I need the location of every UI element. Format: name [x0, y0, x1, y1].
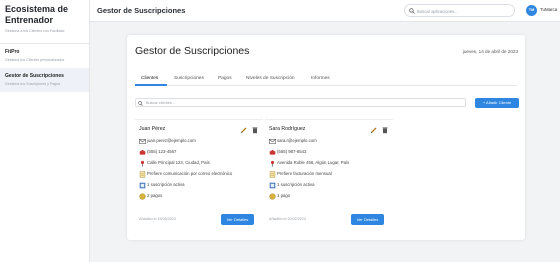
client-address-row: Avenida Roble 456, Algún Lugar, País	[269, 159, 393, 168]
clients-search-input[interactable]	[146, 99, 446, 106]
client-subscriptions: 1 suscripción activa	[147, 182, 185, 187]
active-tab-indicator	[135, 84, 167, 86]
search-icon	[138, 101, 143, 106]
client-address: Calle Principal 123, Ciudad, País	[147, 160, 210, 165]
client-preference: Prefiere facturación mensual	[277, 171, 332, 176]
coin-icon	[269, 193, 276, 200]
top-bar-title: Gestor de Suscripciones	[97, 6, 186, 15]
client-phone-row: (555) 987-6543	[269, 148, 393, 157]
note-icon	[269, 171, 276, 178]
brand-subtitle: Gestiona a tus Clientes con Facilidad	[5, 29, 65, 33]
app-search[interactable]	[404, 4, 515, 17]
view-details-button[interactable]: Ver Detalles	[351, 214, 384, 225]
tab-informes[interactable]: Informes	[311, 76, 330, 81]
tab-suscripciones[interactable]: Suscripciones	[174, 76, 204, 81]
client-payments-row: 2 pagos	[139, 192, 263, 201]
client-payments: 2 pagos	[147, 193, 163, 198]
note-icon	[139, 171, 146, 178]
client-payments: 1 pago	[277, 193, 291, 198]
client-subscriptions-row: 1 suscripción activa	[139, 181, 263, 190]
client-name: Juan Pérez	[139, 126, 166, 132]
location-pin-icon	[270, 160, 275, 167]
sidebar: Ecosistema de Entrenador Gestiona a tus …	[0, 0, 90, 262]
subscription-icon	[139, 182, 146, 189]
view-details-button[interactable]: Ver Detalles	[221, 214, 254, 225]
clients-search[interactable]	[135, 98, 466, 107]
edit-pencil-icon[interactable]	[370, 126, 378, 134]
user-name[interactable]: TuMarca	[540, 7, 557, 12]
client-email: sara.r@ejemplo.com	[277, 138, 317, 143]
client-address-row: Calle Principal 123, Ciudad, País	[139, 159, 263, 168]
client-phone: (555) 987-6543	[277, 149, 307, 154]
app-search-input[interactable]	[417, 6, 511, 16]
search-icon	[409, 8, 415, 14]
tab-clientes[interactable]: Clientes	[141, 76, 158, 81]
sidebar-item-gestor-suscripciones[interactable]: Gestor de Suscripciones Gestiona tus Sus…	[0, 68, 89, 92]
top-bar: Gestor de Suscripciones TM TuMarca	[90, 0, 560, 22]
phone-icon	[269, 150, 276, 155]
client-email: juan.perez@ejemplo.com	[147, 138, 196, 143]
client-email-row: sara.r@ejemplo.com	[269, 137, 393, 146]
client-added-date: Añadido el 15/05/2023	[139, 217, 176, 221]
envelope-icon	[139, 139, 146, 144]
location-pin-icon	[140, 160, 145, 167]
client-preference-row: Prefiere comunicación por correo electró…	[139, 170, 263, 179]
client-email-row: juan.perez@ejemplo.com	[139, 137, 263, 146]
client-subscriptions: 1 suscripción activa	[277, 182, 315, 187]
current-date: jueves, 14 de abril de 2023	[462, 49, 518, 54]
brand-title: Ecosistema de Entrenador	[5, 4, 69, 25]
client-address: Avenida Roble 456, Algún Lugar, País	[277, 160, 350, 165]
client-added-date: Añadido el 20/02/2023	[269, 217, 306, 221]
sidebar-item-fitpro[interactable]: FitPro Gestiona tus Clientes personaliza…	[0, 44, 89, 68]
add-client-button[interactable]: + Añadir Cliente	[475, 98, 519, 108]
client-name: Sara Rodríguez	[269, 126, 306, 132]
client-subscriptions-row: 1 suscripción activa	[269, 181, 393, 190]
edit-pencil-icon[interactable]	[240, 126, 248, 134]
brand: Ecosistema de Entrenador Gestiona a tus …	[0, 0, 89, 44]
page-title: Gestor de Suscripciones	[135, 45, 250, 57]
client-phone-row: (555) 123-4567	[139, 148, 263, 157]
phone-icon	[139, 150, 146, 155]
sidebar-item-title: FitPro	[5, 49, 20, 55]
client-preference-row: Prefiere facturación mensual	[269, 170, 393, 179]
client-preference: Prefiere comunicación por correo electró…	[147, 171, 233, 176]
client-payments-row: 1 pago	[269, 192, 393, 201]
envelope-icon	[269, 139, 276, 144]
delete-trash-icon[interactable]	[251, 126, 259, 134]
tab-niveles-suscripcion[interactable]: Niveles de Suscripción	[246, 76, 295, 81]
client-card: Sara Rodríguez sara.r@ejemplo.com (555) …	[265, 119, 393, 227]
tab-pagos[interactable]: Pagos	[218, 76, 232, 81]
sidebar-item-title: Gestor de Suscripciones	[5, 73, 64, 79]
client-phone: (555) 123-4567	[147, 149, 177, 154]
subscriptions-panel: Gestor de Suscripciones jueves, 14 de ab…	[127, 35, 525, 240]
tab-bar: Clientes Suscripciones Pagos Niveles de …	[135, 73, 517, 86]
sidebar-item-subtitle: Gestiona tus Clientes personalizados	[5, 58, 65, 62]
sidebar-item-subtitle: Gestiona tus Suscriptores y Pagos	[5, 82, 61, 86]
delete-trash-icon[interactable]	[381, 126, 389, 134]
subscription-icon	[269, 182, 276, 189]
coin-icon	[139, 193, 146, 200]
avatar[interactable]: TM	[526, 5, 537, 16]
client-card: Juan Pérez juan.perez@ejemplo.com (555) …	[135, 119, 263, 227]
